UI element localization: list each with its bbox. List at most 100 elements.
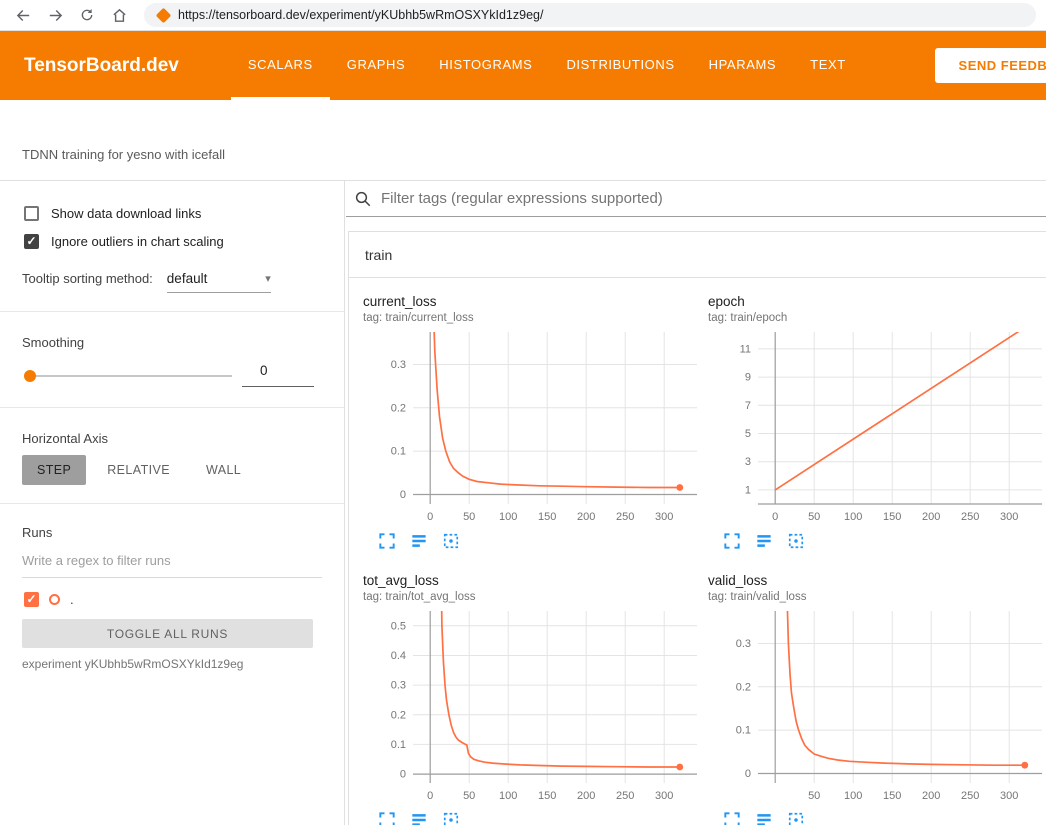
divider	[0, 503, 344, 504]
svg-text:50: 50	[808, 511, 820, 523]
svg-text:250: 250	[616, 790, 634, 802]
chart-title: epoch	[708, 294, 1046, 309]
svg-text:0: 0	[772, 511, 778, 523]
show-download-label: Show data download links	[51, 206, 201, 221]
brand-title[interactable]: TensorBoard.dev	[0, 31, 203, 100]
chart-plot[interactable]: 05010015020025030000.10.20.3	[363, 327, 701, 529]
fit-domain-icon[interactable]	[441, 810, 461, 825]
expand-icon[interactable]	[377, 531, 397, 551]
tag-filter-placeholder: Filter tags (regular expressions support…	[381, 190, 663, 207]
chart-plot[interactable]: 5010015020025030000.10.20.3	[708, 606, 1046, 808]
svg-text:0.3: 0.3	[391, 359, 406, 371]
expand-icon[interactable]	[722, 810, 742, 825]
svg-text:0.1: 0.1	[736, 725, 751, 737]
runs-selector-icon[interactable]	[754, 531, 774, 551]
svg-text:250: 250	[616, 511, 634, 523]
browser-toolbar: https://tensorboard.dev/experiment/yKUbh…	[0, 0, 1046, 31]
svg-text:50: 50	[463, 790, 475, 802]
tab-hparams[interactable]: HPARAMS	[692, 31, 794, 100]
chart-toolbar	[722, 810, 1046, 825]
svg-text:250: 250	[961, 790, 979, 802]
chart-plot[interactable]: 05010015020025030000.10.20.30.40.5	[363, 606, 701, 808]
smoothing-value[interactable]: 0	[242, 363, 314, 387]
tooltip-sorting-select[interactable]: default ▾	[167, 271, 271, 293]
svg-text:150: 150	[538, 511, 556, 523]
charts-grid: current_losstag: train/current_loss05010…	[349, 278, 1046, 825]
smoothing-label: Smoothing	[22, 335, 84, 350]
svg-text:50: 50	[808, 790, 820, 802]
expand-icon[interactable]	[377, 810, 397, 825]
svg-text:100: 100	[844, 790, 862, 802]
subheader: TDNN training for yesno with icefall	[0, 100, 1046, 181]
svg-text:5: 5	[745, 428, 751, 440]
chart-toolbar	[377, 810, 701, 825]
horizontal-axis-label: Horizontal Axis	[22, 431, 108, 446]
divider	[0, 407, 344, 408]
svg-text:300: 300	[1000, 511, 1018, 523]
toggle-all-runs-button[interactable]: TOGGLE ALL RUNS	[22, 619, 313, 648]
svg-text:150: 150	[883, 790, 901, 802]
main-content: Filter tags (regular expressions support…	[346, 181, 1046, 825]
tab-text[interactable]: TEXT	[793, 31, 863, 100]
fit-domain-icon[interactable]	[786, 531, 806, 551]
runs-selector-icon[interactable]	[409, 531, 429, 551]
svg-text:200: 200	[577, 511, 595, 523]
fit-domain-icon[interactable]	[441, 531, 461, 551]
back-icon[interactable]	[10, 2, 36, 28]
tab-distributions[interactable]: DISTRIBUTIONS	[549, 31, 691, 100]
svg-text:0.4: 0.4	[391, 650, 406, 662]
show-download-row[interactable]: Show data download links	[24, 203, 201, 223]
runs-selector-icon[interactable]	[754, 810, 774, 825]
svg-text:100: 100	[844, 511, 862, 523]
svg-text:0.2: 0.2	[736, 681, 751, 693]
runs-filter-input[interactable]: Write a regex to filter runs	[22, 553, 322, 578]
svg-text:250: 250	[961, 511, 979, 523]
show-download-checkbox[interactable]	[24, 206, 39, 221]
reload-icon[interactable]	[74, 2, 100, 28]
page: https://tensorboard.dev/experiment/yKUbh…	[0, 0, 1046, 825]
svg-text:11: 11	[740, 343, 751, 355]
smoothing-slider[interactable]	[24, 369, 232, 383]
svg-text:200: 200	[922, 511, 940, 523]
address-bar[interactable]: https://tensorboard.dev/experiment/yKUbh…	[144, 3, 1036, 27]
fit-domain-icon[interactable]	[786, 810, 806, 825]
runs-selector-icon[interactable]	[409, 810, 429, 825]
axis-option-relative[interactable]: RELATIVE	[92, 455, 185, 485]
tag-group-header[interactable]: train	[349, 232, 1046, 278]
send-feedback-button[interactable]: SEND FEEDBACK	[935, 48, 1046, 83]
axis-buttons: STEPRELATIVEWALL	[22, 455, 256, 485]
chart-tag: tag: train/valid_loss	[708, 591, 1046, 603]
run-checkbox[interactable]: ✓	[24, 592, 39, 607]
expand-icon[interactable]	[722, 531, 742, 551]
svg-text:0: 0	[427, 511, 433, 523]
tag-filter[interactable]: Filter tags (regular expressions support…	[346, 181, 1046, 217]
run-color-icon	[49, 594, 60, 605]
svg-text:9: 9	[745, 372, 751, 384]
svg-text:0.3: 0.3	[736, 638, 751, 650]
svg-text:0.1: 0.1	[391, 739, 406, 751]
svg-text:0.1: 0.1	[391, 446, 406, 458]
chart-plot[interactable]: 0501001502002503001357911	[708, 327, 1046, 529]
run-name: .	[70, 592, 74, 607]
tab-graphs[interactable]: GRAPHS	[330, 31, 423, 100]
chart-toolbar	[722, 531, 1046, 551]
slider-thumb[interactable]	[24, 370, 36, 382]
ignore-outliers-row[interactable]: ✓ Ignore outliers in chart scaling	[24, 231, 224, 251]
ignore-outliers-checkbox[interactable]: ✓	[24, 234, 39, 249]
tab-scalars[interactable]: SCALARS	[231, 31, 330, 100]
home-icon[interactable]	[106, 2, 132, 28]
sidebar: Show data download links ✓ Ignore outlie…	[0, 181, 345, 825]
axis-option-step[interactable]: STEP	[22, 455, 86, 485]
axis-option-wall[interactable]: WALL	[191, 455, 256, 485]
chevron-down-icon: ▾	[265, 272, 271, 285]
tab-histograms[interactable]: HISTOGRAMS	[422, 31, 549, 100]
run-row[interactable]: ✓ .	[24, 589, 74, 609]
svg-text:200: 200	[577, 790, 595, 802]
tooltip-sorting-label: Tooltip sorting method:	[22, 271, 153, 293]
divider	[0, 311, 344, 312]
chart-card-valid_loss: valid_losstag: train/valid_loss501001502…	[708, 573, 1046, 825]
svg-text:300: 300	[655, 511, 673, 523]
svg-text:50: 50	[463, 511, 475, 523]
nav-tabs: SCALARSGRAPHSHISTOGRAMSDISTRIBUTIONSHPAR…	[231, 31, 863, 100]
forward-icon[interactable]	[42, 2, 68, 28]
